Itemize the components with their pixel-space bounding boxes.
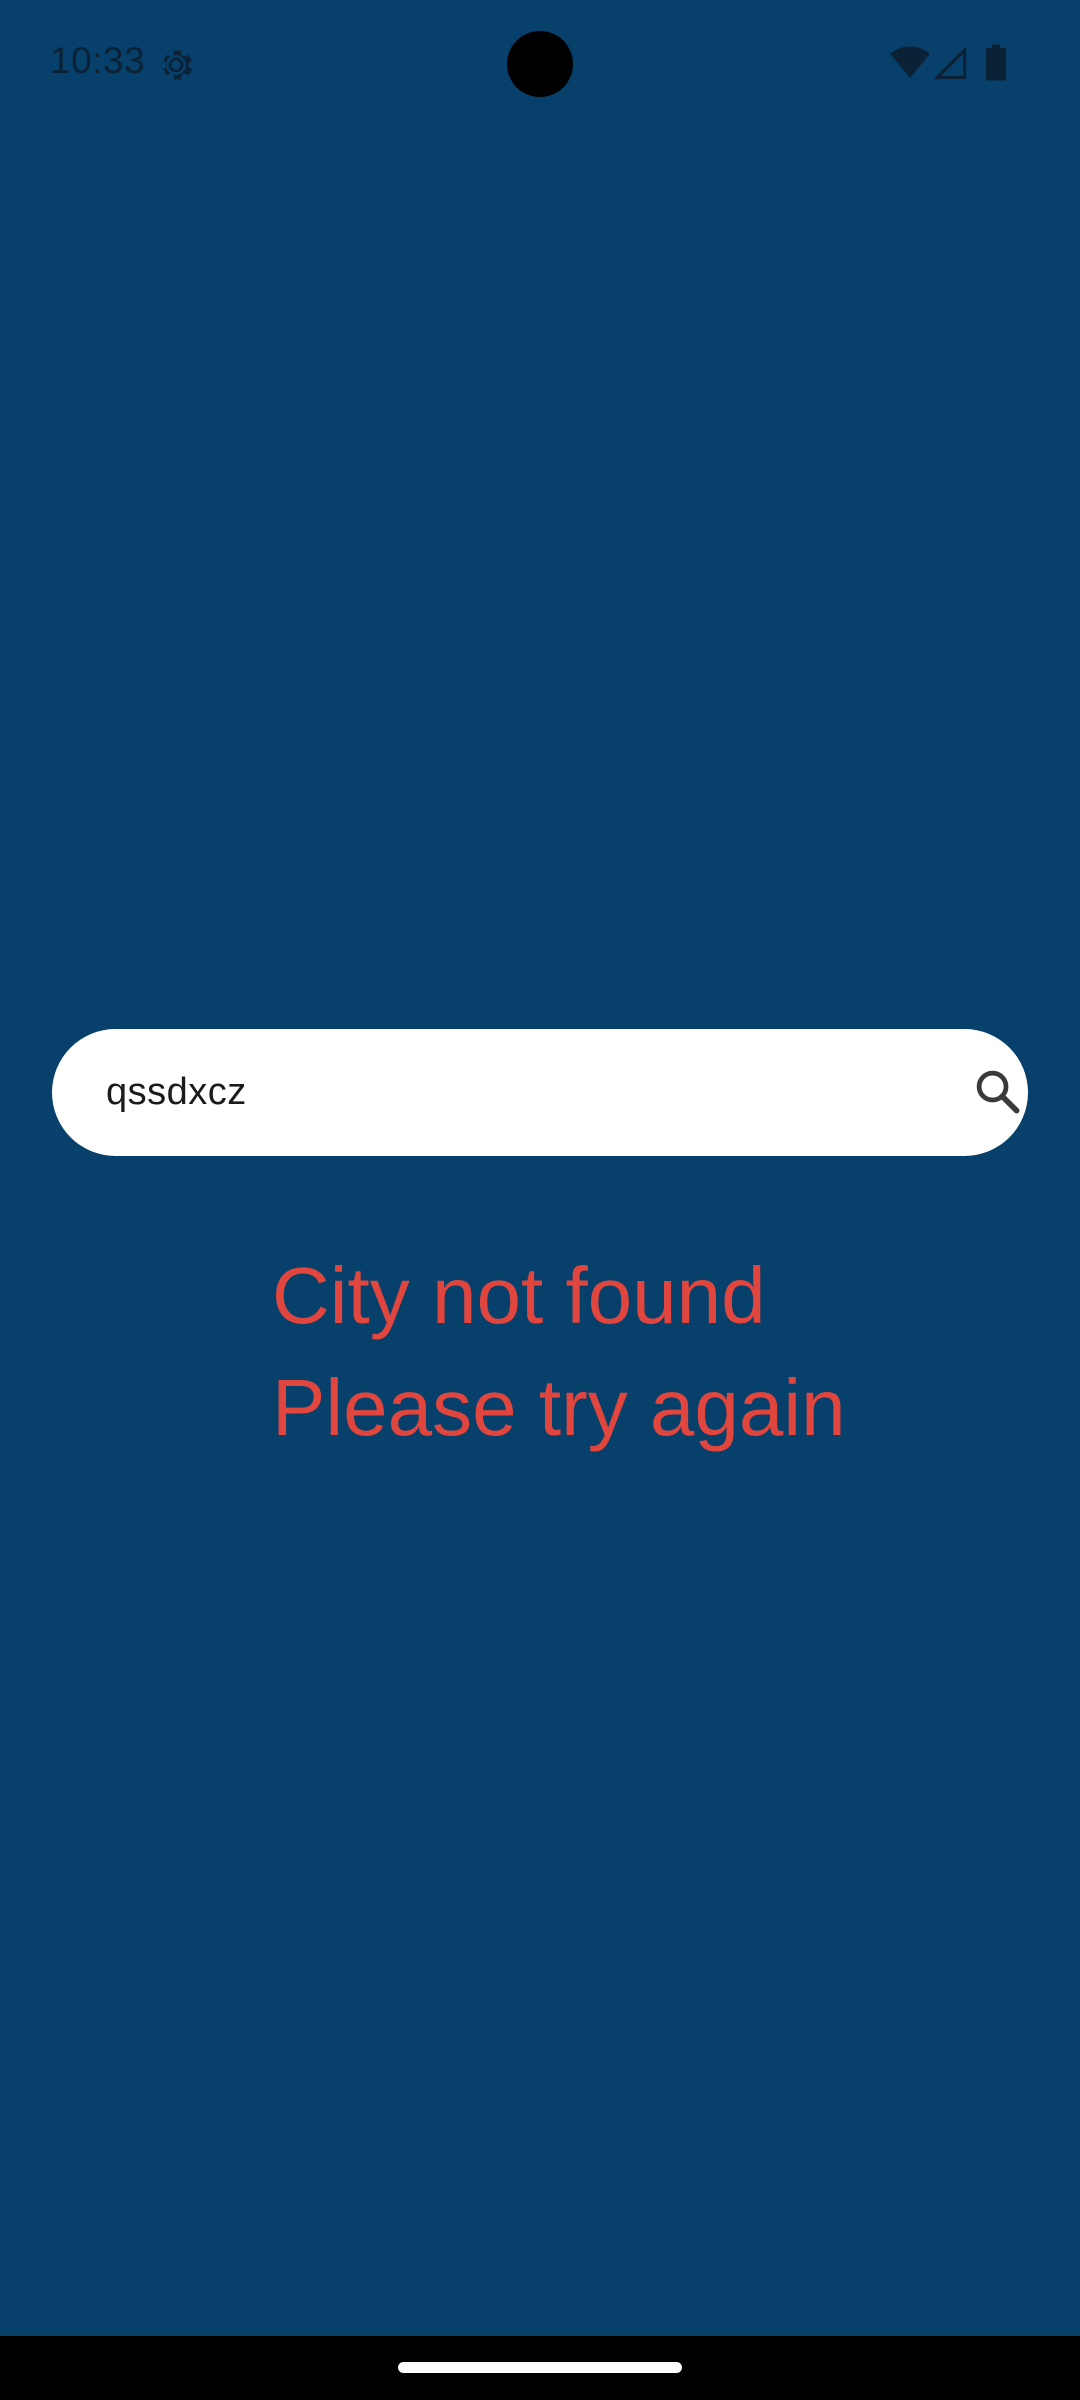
city-search-input[interactable] [106,1055,906,1130]
error-message: City not found Please try again [272,1240,1032,1464]
app-screen: 10:33 City not found Please try again [0,0,1080,2400]
error-subtitle: Please try again [272,1363,846,1452]
search-icon [976,1070,1020,1114]
settings-gear-icon [163,50,192,80]
home-indicator[interactable] [398,2362,682,2373]
battery-icon [986,44,1006,81]
status-time: 10:33 [50,40,146,81]
wifi-icon [890,46,930,78]
error-title: City not found [272,1251,766,1340]
navigation-bar [0,2336,1080,2400]
signal-icon [934,46,967,79]
camera-cutout [507,31,573,97]
search-button[interactable] [960,1054,1036,1130]
search-bar [52,1029,1028,1156]
status-bar: 10:33 [0,0,1080,128]
